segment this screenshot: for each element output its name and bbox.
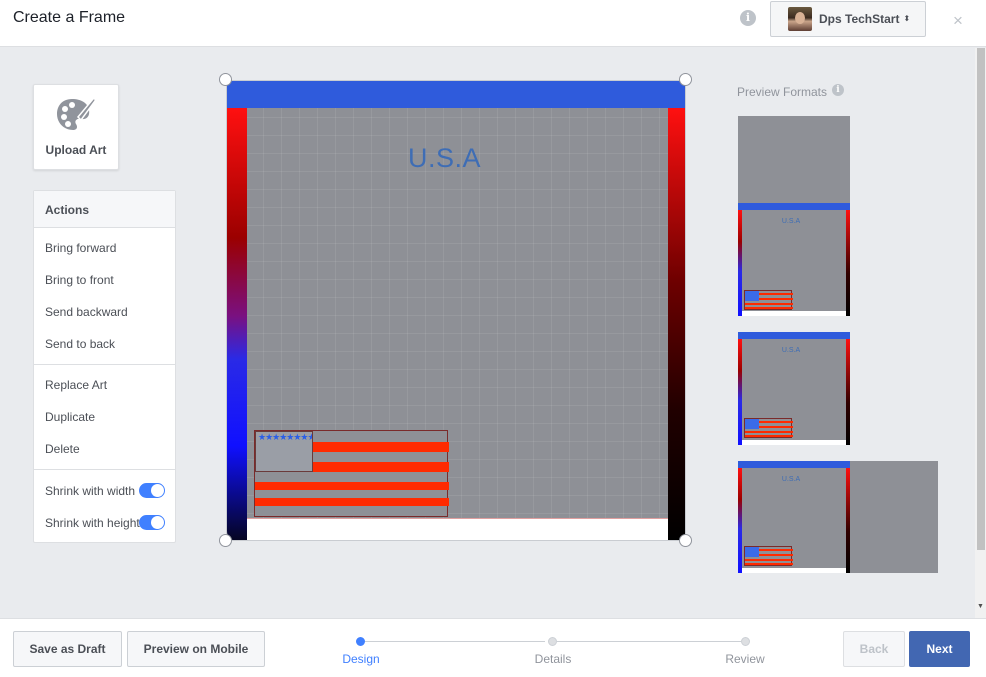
resize-handle-bottom-left[interactable] [219,534,232,547]
mini-right-bar [846,468,850,573]
preview-frame-mini: U.S.A [738,461,850,573]
actions-title: Actions [34,191,175,228]
mini-usa-text: U.S.A [781,347,801,354]
palette-brush-icon [57,97,96,130]
bring-to-front-action[interactable]: Bring to front [45,273,114,287]
frame-right-bar[interactable] [668,108,685,540]
actions-panel: Actions Bring forward Bring to front Sen… [33,190,176,543]
mini-usa-text: U.S.A [781,476,801,483]
mini-flag-stripe [745,303,793,305]
avatar [788,7,812,31]
preview-thumb-tall[interactable]: U.S.A [738,116,850,316]
resize-handle-top-right[interactable] [679,73,692,86]
caret-up-down-icon: ⬍ [903,14,911,23]
resize-handle-bottom-right[interactable] [679,534,692,547]
flag-art[interactable]: ★★★★★★★★★★★★★★★★★★★★★★★★★★★★★★★★★★★★★★★★ [254,430,449,517]
mini-flag-stripe [745,307,793,309]
shrink-with-height-label: Shrink with height [45,516,140,530]
mini-flag [744,290,793,310]
shrink-with-width-label: Shrink with width [45,484,136,498]
scrollbar-thumb[interactable] [977,48,985,550]
flag-stripe [255,498,449,506]
account-name: Dps TechStart [819,12,900,26]
step-label-design[interactable]: Design [321,652,401,666]
close-icon[interactable]: × [953,11,963,31]
send-backward-action[interactable]: Send backward [45,305,128,319]
mini-flag-stripe [759,293,793,295]
mini-right-bar [846,339,850,445]
mini-top-bar [738,461,850,468]
mini-flag-canton [745,419,759,429]
divider [34,364,175,365]
step-dot-design[interactable] [356,637,365,646]
mini-left-bar [738,339,742,445]
mini-right-bar [846,210,850,316]
mini-flag-canton [745,547,759,557]
step-dot-details[interactable] [548,637,557,646]
mini-left-bar [738,210,742,316]
next-button[interactable]: Next [909,631,970,667]
step-label-review[interactable]: Review [705,652,785,666]
upload-art-button[interactable]: Upload Art [33,84,119,170]
frame-bottom-strip[interactable] [247,518,668,540]
divider [34,469,175,470]
mini-bottom-strip [742,440,846,445]
preview-frame-mini: U.S.A [738,332,850,445]
mini-flag-stripe [759,421,793,423]
frame-canvas[interactable]: U.S.A ★★★★★★★★★★★★★★★★★★★★★★★★★★★★★★★★★★… [226,80,686,541]
mini-flag [744,418,793,438]
replace-art-action[interactable]: Replace Art [45,378,107,392]
mini-flag-stripe [745,431,793,433]
mini-top-bar [738,332,850,339]
flag-stripe [255,482,449,490]
account-switcher-button[interactable]: Dps TechStart ⬍ [770,1,926,37]
flag-canton-stars: ★★★★★★★★★★★★★★★★★★★★★★★★★★★★★★★★★★★★★★★★ [255,431,313,472]
stepper-line [365,641,545,642]
preview-formats-title: Preview Formats [737,85,828,99]
mini-flag-stripe [745,435,793,437]
mini-flag-stripe [759,426,793,428]
upload-art-label: Upload Art [45,143,107,157]
preview-info-icon[interactable]: i [832,84,844,96]
mini-flag-stripe [745,559,793,561]
mini-flag-stripe [745,563,793,565]
resize-handle-top-left[interactable] [219,73,232,86]
mini-bottom-strip [742,311,846,316]
preview-frame-mini: U.S.A [738,203,850,316]
bring-forward-action[interactable]: Bring forward [45,241,116,255]
frame-top-bar[interactable] [227,81,685,108]
duplicate-action[interactable]: Duplicate [45,410,95,424]
step-dot-review[interactable] [741,637,750,646]
mini-usa-text: U.S.A [781,218,801,225]
info-icon[interactable]: i [740,10,756,26]
mini-flag-stripe [759,554,793,556]
preview-thumb-wide[interactable]: U.S.A [738,461,938,573]
stepper-line [557,641,741,642]
delete-action[interactable]: Delete [45,442,80,456]
mini-flag [744,546,793,566]
save-as-draft-button[interactable]: Save as Draft [13,631,122,667]
back-button[interactable]: Back [843,631,905,667]
mini-bottom-strip [742,568,846,573]
mini-top-bar [738,203,850,210]
shrink-with-height-toggle[interactable] [139,515,165,530]
mini-flag-canton [745,291,759,301]
preview-on-mobile-button[interactable]: Preview on Mobile [127,631,265,667]
step-label-details[interactable]: Details [513,652,593,666]
header-bar: Create a Frame i Dps TechStart ⬍ × [0,0,986,47]
scroll-down-arrow-icon[interactable]: ▼ [977,603,984,610]
send-to-back-action[interactable]: Send to back [45,337,115,351]
canvas-text-usa[interactable]: U.S.A [227,143,662,174]
mini-left-bar [738,468,742,573]
shrink-with-width-toggle[interactable] [139,483,165,498]
preview-thumb-square[interactable]: U.S.A [738,332,850,445]
flag-stripe [313,462,449,472]
mini-flag-stripe [759,298,793,300]
page-title: Create a Frame [13,9,126,26]
flag-stripe [313,442,449,452]
mini-flag-stripe [759,549,793,551]
